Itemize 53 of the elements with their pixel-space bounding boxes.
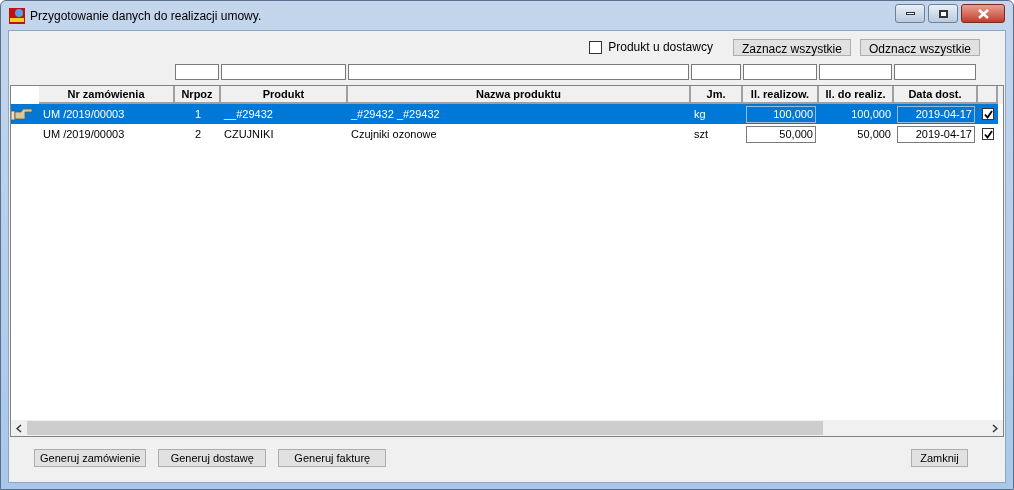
table-cell-text: 100,000 [850,106,891,122]
checkbox[interactable] [589,40,603,54]
column-header[interactable]: Jm. [691,86,743,104]
column-header[interactable]: Data dost. [894,86,978,104]
scroll-right-icon[interactable] [992,423,998,433]
filter-field[interactable] [743,63,817,80]
table-cell-text: 2 [193,126,203,142]
action-button[interactable]: Generuj dostawę [158,449,267,467]
scrollbar-thumb[interactable] [27,421,823,435]
close-dialog-button[interactable]: Zamknij [911,449,968,467]
pointing-hand-icon [11,107,33,121]
filter-field[interactable] [348,63,689,80]
table-cell-text: 50,000 [856,126,891,142]
maximize-button[interactable] [928,4,958,23]
filter-field[interactable] [221,63,346,80]
table-row[interactable]: UM /2019/00003 1 __#29432 _#29432 _#29432 kg 100,000 100,000 2019-04-17 [11,104,998,124]
scroll-left-icon[interactable] [16,423,22,433]
table-cell-text: CZUJNIKI [224,126,275,142]
column-header[interactable]: Produkt [221,86,348,104]
toolbar-button[interactable]: Zaznacz wszystkie [732,38,851,56]
app-icon [9,7,25,24]
input-field[interactable]: 2019-04-17 [897,125,975,143]
column-header[interactable]: Nr zamówienia [39,86,175,104]
toolbar-button[interactable]: Odznacz wszystkie [859,38,980,56]
filter-field[interactable] [819,63,892,80]
checkbox-label: Produkt u dostawcy [608,39,713,56]
horizontal-scrollbar[interactable] [11,420,1003,436]
table-cell-text: UM /2019/00003 [42,106,126,122]
row-checkbox[interactable] [982,128,994,140]
input-field[interactable]: 2019-04-17 [897,105,975,123]
row-checkbox[interactable] [982,108,994,120]
column-header[interactable]: Nrpoz [175,86,221,104]
action-button[interactable]: Generuj zamówienie [34,449,147,467]
input-field[interactable]: 50,000 [746,125,816,143]
table-cell-text: szt [694,126,710,142]
action-button[interactable]: Generuj fakturę [278,449,387,467]
table-cell-text: _#29432 _#29432 [351,106,441,122]
filter-field[interactable] [894,63,976,80]
window-title: Przygotowanie danych do realizacji umowy. [30,7,262,25]
table-cell-text: UM /2019/00003 [42,126,126,142]
column-header[interactable]: Il. realizow. [743,86,819,104]
close-button[interactable] [961,4,1005,23]
table-cell-text: kg [694,106,707,122]
table-cell-text: Czujniki ozonowe [351,126,438,142]
table-cell-text: 1 [193,106,203,122]
filter-field[interactable] [691,63,741,80]
close-icon [977,8,989,19]
filter-field[interactable] [175,63,219,80]
input-field[interactable]: 100,000 [746,105,816,123]
table-cell-text: __#29432 [224,106,274,122]
column-header[interactable]: Il. do realiz. [819,86,894,104]
minimize-button[interactable] [895,4,925,23]
column-header[interactable]: Nazwa produktu [348,86,691,104]
